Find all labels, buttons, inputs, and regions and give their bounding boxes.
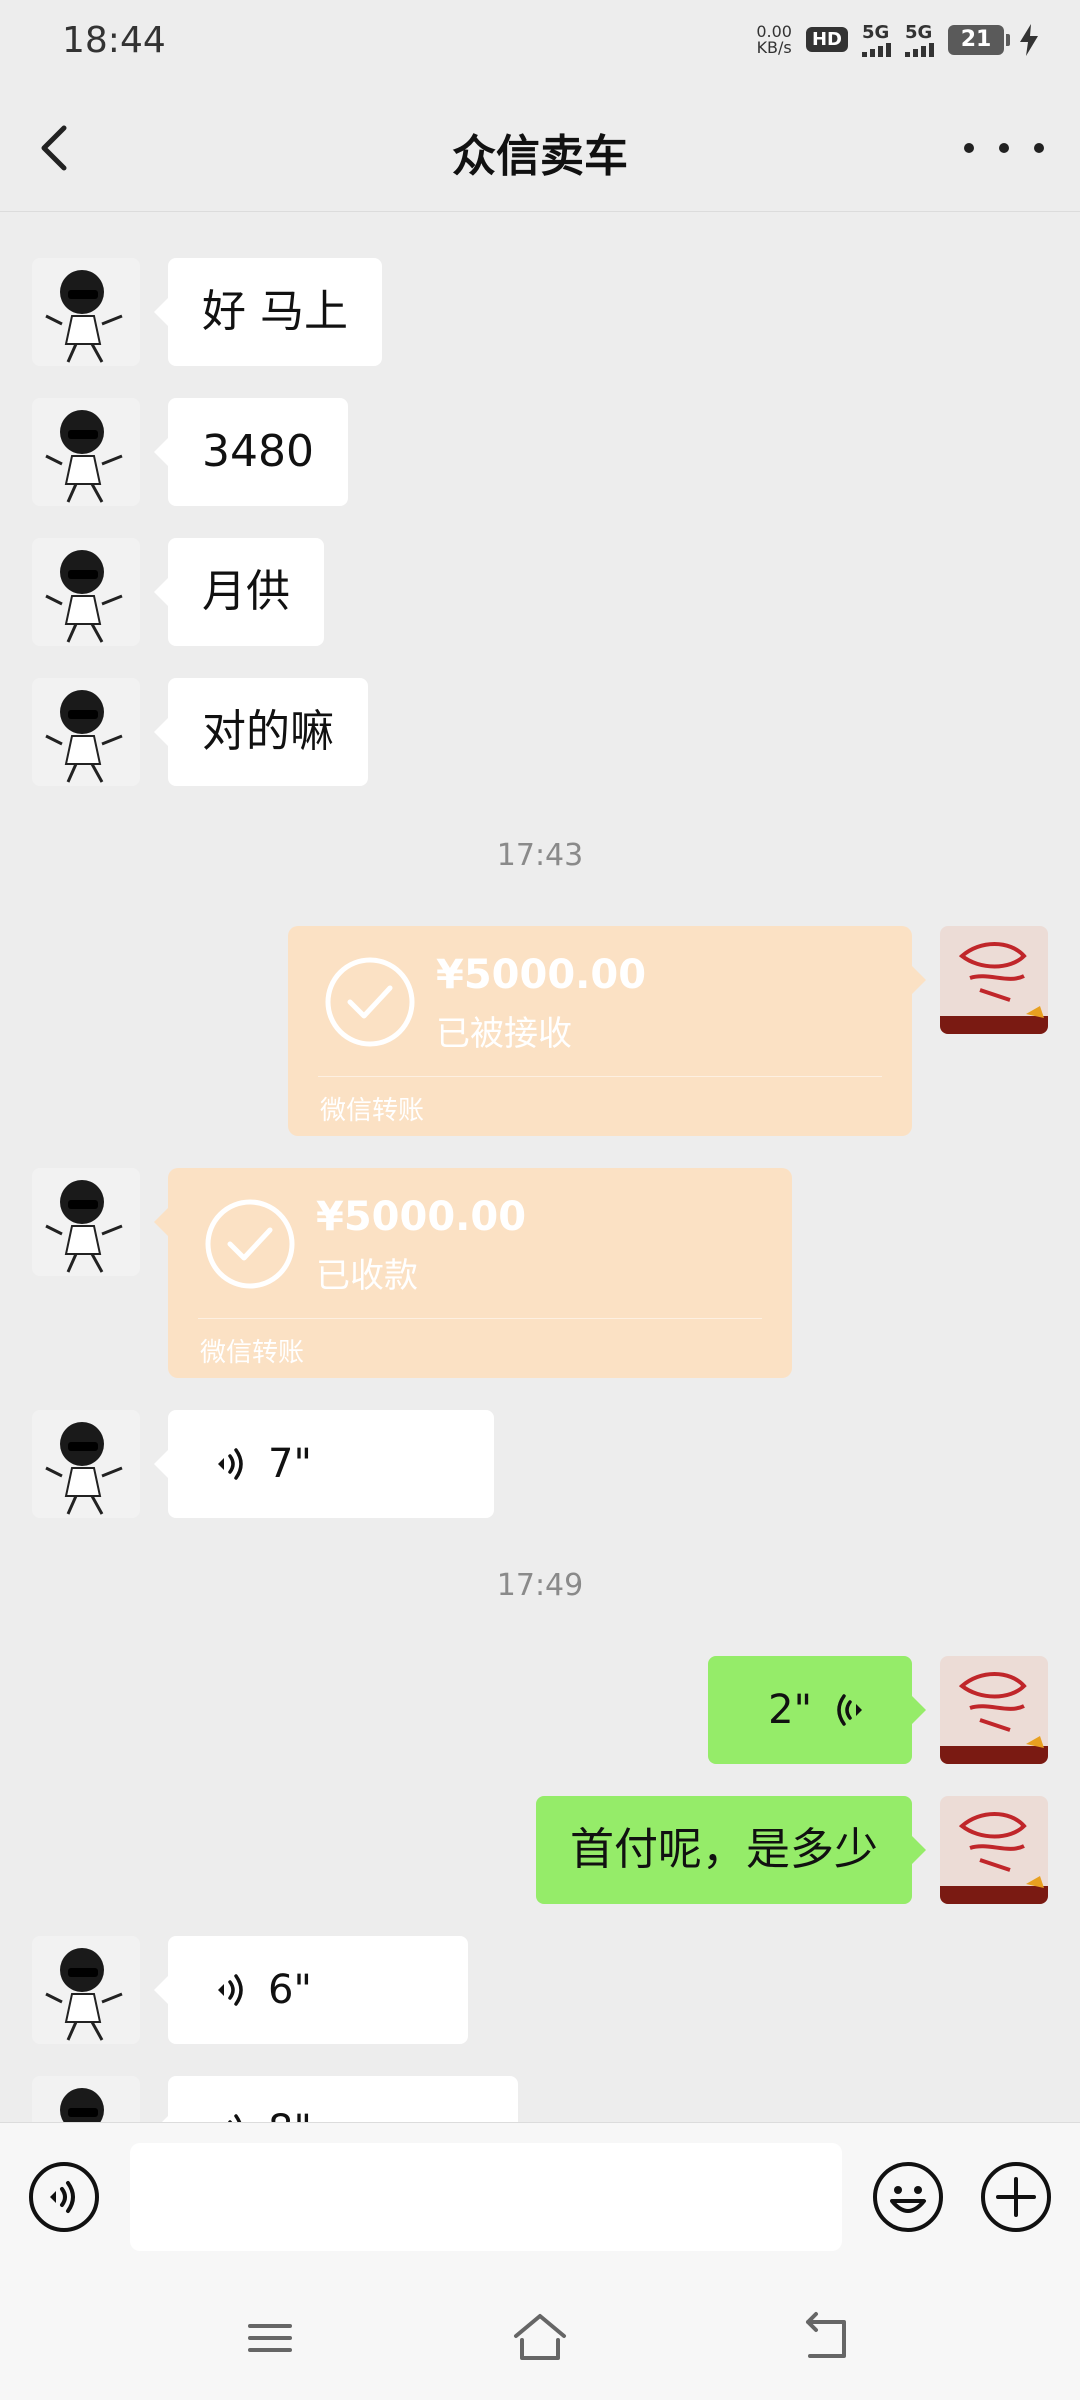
nav-home-button[interactable] — [510, 2308, 570, 2368]
avatar[interactable] — [32, 2076, 140, 2122]
signal-bars-icon — [862, 43, 891, 57]
transfer-status: 已收款 — [316, 1256, 418, 1296]
transfer-card[interactable]: ¥5000.00 已被接收 微信转账 — [288, 926, 926, 1136]
chat-messages[interactable]: 好 马上 3480 月供 对的嘛 17:43 ¥5000.00 已被接收 微信转… — [0, 212, 1080, 2122]
message-row: 8" — [0, 2076, 1080, 2122]
back-icon — [806, 2312, 846, 2358]
avatar[interactable] — [32, 1936, 140, 2044]
more-button[interactable] — [964, 128, 1044, 168]
transfer-label: 微信转账 — [320, 1096, 425, 1126]
avatar[interactable] — [32, 258, 140, 366]
status-time: 18:44 — [62, 20, 166, 61]
contact-avatar-icon — [32, 258, 140, 366]
hd-icon: HD — [805, 27, 848, 52]
voice-duration: 2" — [768, 1687, 812, 1733]
emoji-button[interactable] — [872, 2161, 944, 2233]
message-row: 7" — [0, 1410, 1080, 1518]
voice-toggle-button[interactable] — [28, 2161, 100, 2233]
message-row: 好 马上 — [0, 258, 1080, 366]
text-message[interactable]: 3480 — [154, 398, 348, 506]
message-row: 3480 — [0, 398, 1080, 506]
avatar[interactable] — [32, 1168, 140, 1276]
avatar[interactable] — [32, 678, 140, 786]
title-bar: 众信卖车 — [0, 88, 1080, 212]
voice-message[interactable]: 6" — [154, 1936, 468, 2044]
message-row: 2" — [0, 1656, 1080, 1764]
nav-back-button[interactable] — [796, 2308, 856, 2368]
my-avatar-icon — [940, 1796, 1048, 1904]
avatar[interactable] — [940, 926, 1048, 1034]
status-bar: 18:44 0.00 KB/s HD 5G 5G 21 — [0, 0, 1080, 88]
check-circle-icon — [325, 957, 415, 1047]
avatar[interactable] — [940, 1796, 1048, 1904]
voice-duration: 7" — [268, 1441, 312, 1487]
message-row: ¥5000.00 已被接收 微信转账 — [0, 926, 1080, 1136]
voice-wave-icon — [228, 2114, 242, 2122]
message-input[interactable] — [130, 2143, 842, 2251]
text-message[interactable]: 对的嘛 — [154, 678, 368, 786]
transfer-status: 已被接收 — [436, 1014, 572, 1054]
contact-avatar-icon — [32, 678, 140, 786]
contact-avatar-icon — [32, 1168, 140, 1276]
message-timestamp: 17:43 — [496, 838, 584, 873]
input-bar — [0, 2122, 1080, 2278]
transfer-amount: ¥5000.00 — [436, 952, 647, 998]
voice-message[interactable]: 7" — [154, 1410, 494, 1518]
more-dots-icon — [964, 143, 974, 153]
voice-duration: 8" — [268, 2076, 312, 2122]
voice-wave-icon — [218, 1974, 243, 2006]
voice-message[interactable]: 8" — [154, 2076, 518, 2122]
transfer-amount: ¥5000.00 — [316, 1194, 527, 1240]
divider — [198, 1318, 762, 1319]
message-row: 首付呢，是多少 — [0, 1796, 1080, 1904]
transfer-card[interactable]: ¥5000.00 已收款 微信转账 — [154, 1168, 792, 1378]
check-circle-icon — [205, 1199, 295, 1289]
contact-avatar-icon — [32, 2076, 140, 2122]
system-nav-bar — [0, 2278, 1080, 2400]
battery-icon: 21 — [948, 24, 1010, 55]
plus-icon — [981, 2162, 1051, 2232]
signal-2: 5G — [905, 22, 934, 57]
divider — [318, 1076, 882, 1077]
voice-wave-icon — [837, 1694, 862, 1726]
menu-icon — [248, 2324, 292, 2352]
voice-wave-icon — [218, 1448, 243, 1480]
more-actions-button[interactable] — [980, 2161, 1052, 2233]
voice-toggle-icon — [29, 2162, 99, 2232]
message-row: 对的嘛 — [0, 678, 1080, 786]
my-avatar-icon — [940, 926, 1048, 1034]
contact-avatar-icon — [32, 538, 140, 646]
avatar[interactable] — [32, 538, 140, 646]
avatar[interactable] — [32, 398, 140, 506]
contact-avatar-icon — [32, 1410, 140, 1518]
text-message[interactable]: 月供 — [154, 538, 324, 646]
text-message[interactable]: 好 马上 — [154, 258, 382, 366]
charging-icon — [1020, 23, 1038, 56]
message-row: 6" — [0, 1936, 1080, 2044]
avatar[interactable] — [32, 1410, 140, 1518]
avatar[interactable] — [940, 1656, 1048, 1764]
message-row: ¥5000.00 已收款 微信转账 — [0, 1168, 1080, 1378]
voice-message[interactable]: 2" — [708, 1656, 926, 1764]
my-avatar-icon — [940, 1656, 1048, 1764]
emoji-icon — [873, 2162, 943, 2232]
home-icon — [514, 2314, 566, 2360]
contact-avatar-icon — [32, 1936, 140, 2044]
net-speed: 0.00 KB/s — [756, 21, 792, 57]
contact-avatar-icon — [32, 398, 140, 506]
signal-bars-icon — [905, 43, 934, 57]
message-row: 月供 — [0, 538, 1080, 646]
transfer-label: 微信转账 — [200, 1338, 305, 1368]
status-icons: 0.00 KB/s HD 5G 5G 21 — [756, 22, 1040, 57]
message-timestamp: 17:49 — [496, 1568, 584, 1603]
nav-menu-button[interactable] — [240, 2308, 300, 2368]
text-message[interactable]: 首付呢，是多少 — [536, 1796, 926, 1904]
chat-title: 众信卖车 — [452, 131, 628, 182]
voice-duration: 6" — [268, 1967, 312, 2013]
signal-1: 5G — [862, 22, 891, 57]
